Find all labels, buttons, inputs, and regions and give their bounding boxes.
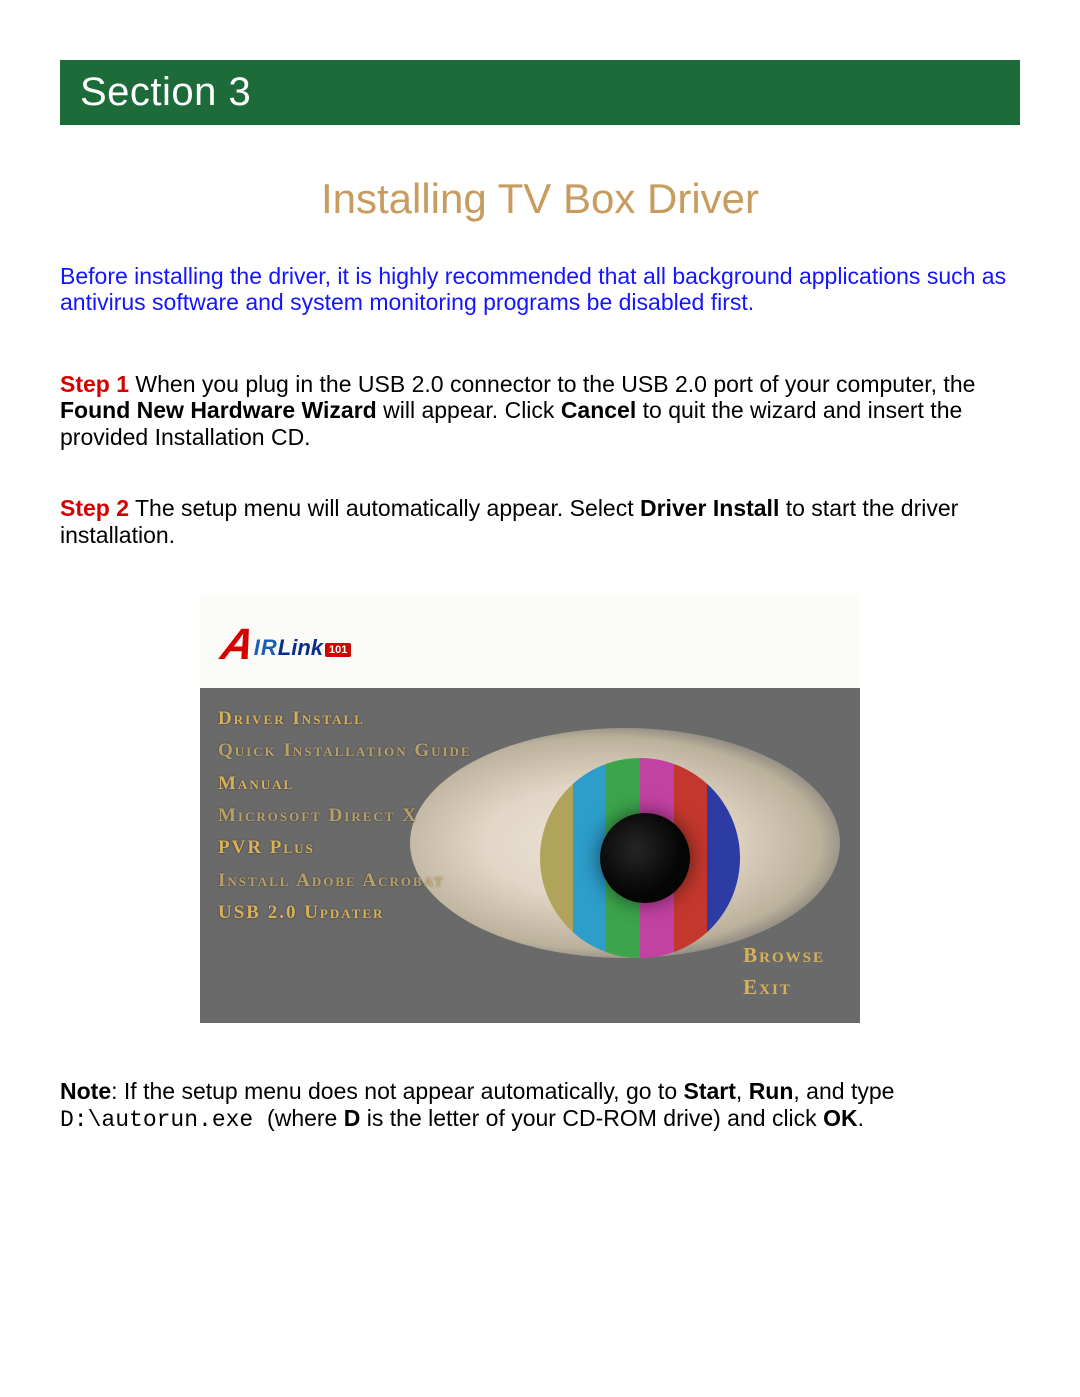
step-2: Step 2 The setup menu will automatically… — [60, 495, 1020, 548]
airlink-logo: AIRLink101 — [222, 616, 351, 666]
note-block: Note: If the setup menu does not appear … — [60, 1078, 1020, 1133]
logo-ir: IR — [254, 635, 278, 660]
installer-body: Driver Install Quick Installation Guide … — [200, 688, 860, 1023]
step-1-text-a: When you plug in the USB 2.0 connector t… — [129, 371, 975, 397]
menu-microsoft-directx[interactable]: Microsoft Direct X — [218, 800, 472, 832]
note-bold-ok: OK — [823, 1105, 858, 1131]
installer-screenshot: AIRLink101 Driver Install Quick Installa… — [200, 593, 860, 1023]
menu-browse[interactable]: Browse — [743, 943, 825, 967]
logo-link: Link — [278, 635, 323, 660]
note-bold-run: Run — [749, 1078, 794, 1104]
step-1-bold-wizard: Found New Hardware Wizard — [60, 397, 377, 423]
note-text-a: : If the setup menu does not appear auto… — [111, 1078, 683, 1104]
recommendation-text: Before installing the driver, it is high… — [60, 263, 1020, 316]
section-banner: Section 3 — [60, 60, 1020, 125]
step-2-bold-driverinstall: Driver Install — [640, 495, 779, 521]
note-text-c: (where — [267, 1105, 344, 1131]
menu-quick-installation-guide[interactable]: Quick Installation Guide — [218, 735, 472, 767]
note-sep1: , — [736, 1078, 749, 1104]
pupil-icon — [600, 813, 690, 903]
step-2-label: Step 2 — [60, 495, 129, 521]
step-2-text-a: The setup menu will automatically appear… — [129, 495, 640, 521]
step-1-label: Step 1 — [60, 371, 129, 397]
note-text-b: , and type — [793, 1078, 894, 1104]
note-text-e: . — [858, 1105, 864, 1131]
installer-menu: Driver Install Quick Installation Guide … — [218, 703, 472, 929]
note-bold-start: Start — [684, 1078, 736, 1104]
step-1-bold-cancel: Cancel — [561, 397, 643, 423]
note-label: Note — [60, 1078, 111, 1104]
menu-driver-install[interactable]: Driver Install — [218, 703, 472, 735]
note-code-autorun: D:\autorun.exe — [60, 1107, 267, 1133]
note-text-d: is the letter of your CD-ROM drive) and … — [360, 1105, 823, 1131]
menu-exit[interactable]: Exit — [743, 975, 792, 999]
logo-badge-101: 101 — [325, 643, 351, 657]
step-1: Step 1 When you plug in the USB 2.0 conn… — [60, 371, 1020, 450]
page-title: Installing TV Box Driver — [60, 175, 1020, 223]
installer-side-menu: Browse Exit — [743, 940, 825, 1003]
menu-manual[interactable]: Manual — [218, 768, 472, 800]
menu-pvr-plus[interactable]: PVR Plus — [218, 832, 472, 864]
step-1-text-b: will appear. Click — [377, 397, 561, 423]
note-bold-d: D — [344, 1105, 361, 1131]
menu-usb-2-updater[interactable]: USB 2.0 Updater — [218, 897, 472, 929]
logo-letter-a: A — [217, 620, 259, 670]
menu-install-adobe-acrobat[interactable]: Install Adobe Acrobat — [218, 865, 472, 897]
installer-header: AIRLink101 — [200, 593, 860, 688]
